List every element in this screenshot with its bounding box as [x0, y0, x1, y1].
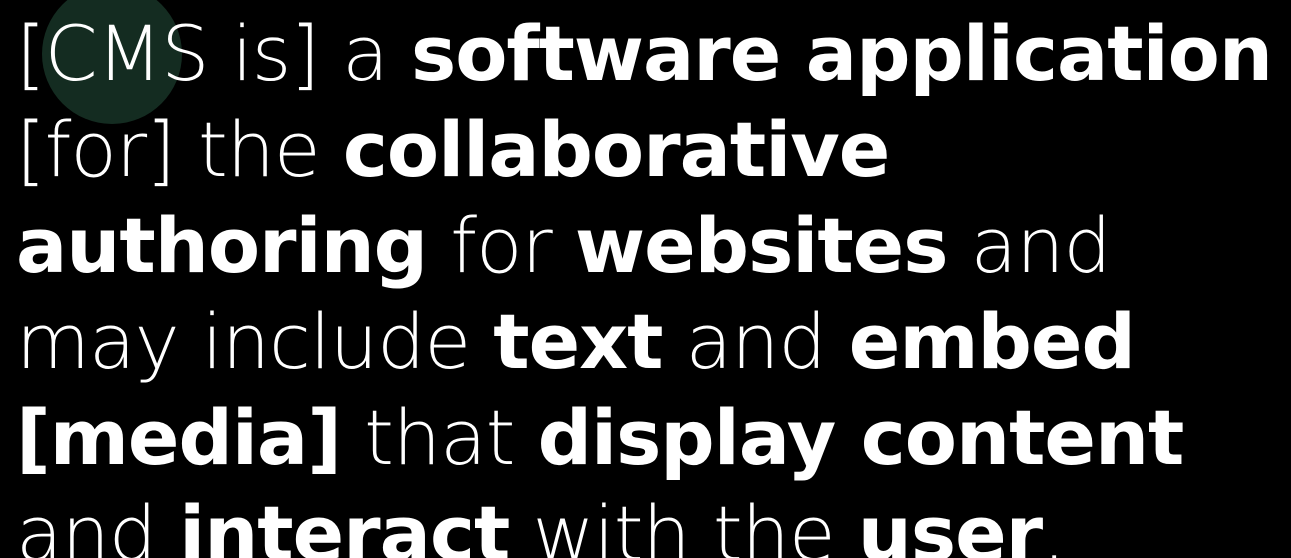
quote-line: and interact with the user. — [16, 486, 1291, 558]
plain-phrase: that — [340, 393, 538, 482]
plain-phrase: . — [1042, 489, 1066, 558]
plain-phrase: with the — [509, 489, 858, 558]
emphasized-phrase: display content — [537, 393, 1185, 482]
plain-phrase: for — [427, 201, 575, 290]
plain-phrase: and — [947, 201, 1112, 290]
emphasized-phrase: interact — [179, 489, 510, 558]
emphasized-phrase: [media] — [16, 393, 342, 482]
plain-phrase: [CMS is] a — [16, 9, 411, 98]
plain-phrase: may include — [16, 297, 494, 386]
emphasized-phrase: embed — [848, 297, 1136, 386]
plain-phrase: and — [662, 297, 849, 386]
emphasized-phrase: text — [493, 297, 663, 386]
emphasized-phrase: websites — [574, 201, 949, 290]
quote-line: authoring for websites and — [16, 198, 1291, 294]
emphasized-phrase: user — [857, 489, 1043, 558]
quote-line: [CMS is] a software application — [16, 6, 1291, 102]
quote-line: [for] the collaborative — [16, 102, 1291, 198]
plain-phrase: and — [16, 489, 180, 558]
presentation-slide: [CMS is] a software application [for] the… — [0, 0, 1291, 558]
definition-quote: [CMS is] a software application [for] the… — [16, 6, 1291, 558]
quote-line: may include text and embed — [16, 294, 1291, 390]
emphasized-phrase: collaborative — [342, 105, 890, 194]
quote-line: [media] that display content — [16, 390, 1291, 486]
plain-phrase: [for] the — [16, 105, 343, 194]
emphasized-phrase: software application — [410, 9, 1273, 98]
emphasized-phrase: authoring — [16, 201, 428, 290]
